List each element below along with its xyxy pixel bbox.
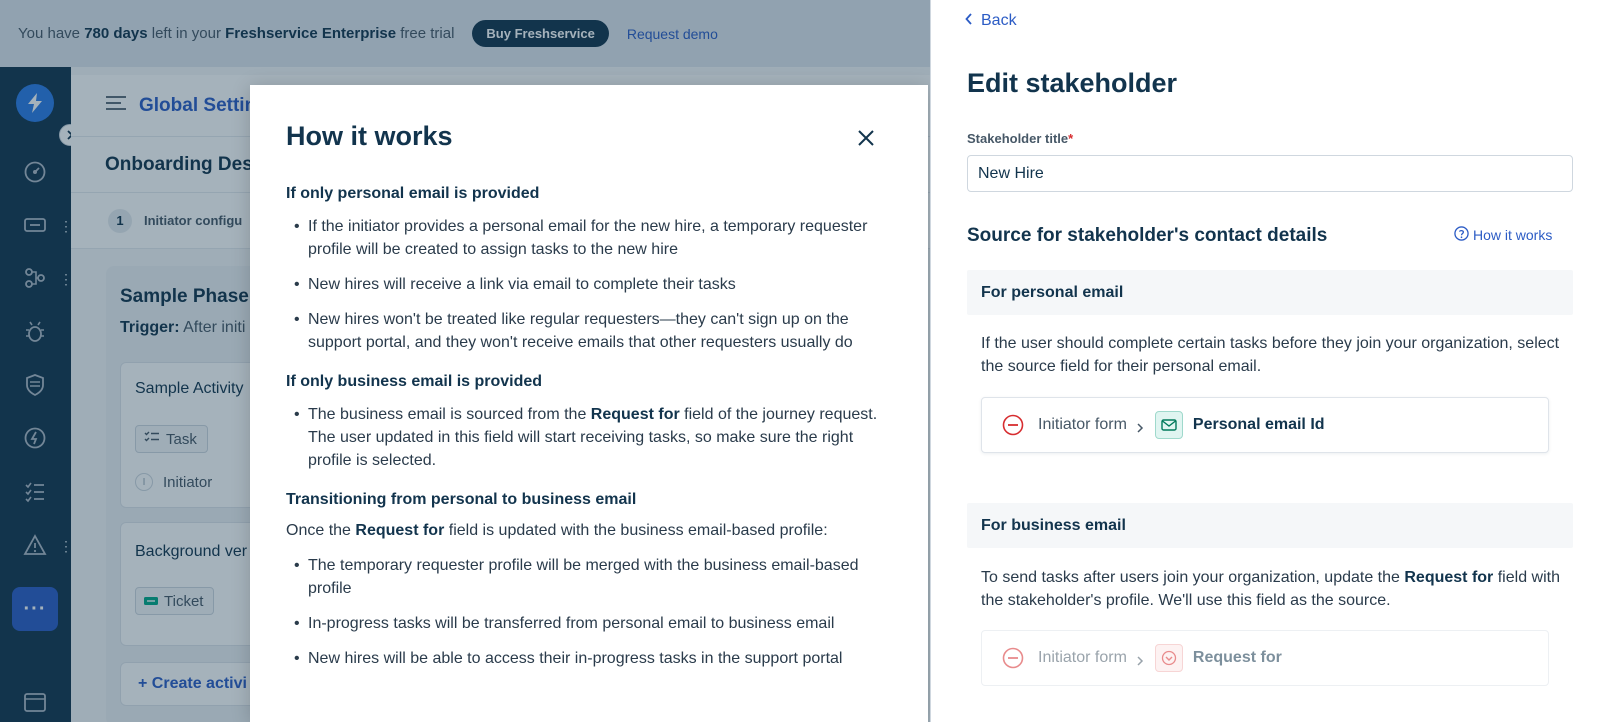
section-heading: If only personal email is provided xyxy=(286,185,540,202)
bullet-list: The business email is sourced from the R… xyxy=(286,403,896,472)
section-heading: If only business email is provided xyxy=(286,373,543,390)
bullet-list: If the initiator provides a personal ema… xyxy=(286,215,896,354)
bullet-list: The temporary requester profile will be … xyxy=(286,554,896,670)
source-field-name: Request for xyxy=(1192,649,1282,666)
personal-email-description: If the user should complete certain task… xyxy=(981,335,1560,375)
source-field-name: Personal email Id xyxy=(1192,416,1325,433)
remove-icon xyxy=(1002,647,1024,669)
edit-stakeholder-drawer: Back Edit stakeholder Stakeholder title*… xyxy=(930,0,1600,722)
section-heading: Transitioning from personal to business … xyxy=(286,491,637,508)
business-email-heading: For business email xyxy=(967,503,1573,548)
chevron-right-icon xyxy=(1135,420,1145,433)
list-item: New hires will receive a link via email … xyxy=(294,273,896,296)
how-it-works-modal: How it works If only personal email is p… xyxy=(250,85,928,722)
personal-email-source: Initiator form Personal email Id xyxy=(981,397,1549,453)
how-it-works-link[interactable]: How it works xyxy=(1454,226,1552,244)
list-item: New hires will be able to access their i… xyxy=(294,647,896,670)
business-email-source: Initiator form Request for xyxy=(981,630,1549,686)
business-email-description: To send tasks after users join your orga… xyxy=(981,569,1560,609)
section-intro: Once the Request for field is updated wi… xyxy=(286,522,828,539)
close-icon[interactable] xyxy=(855,127,877,149)
email-field-icon xyxy=(1154,411,1183,439)
background-app: You have 780 days left in your Freshserv… xyxy=(0,0,930,722)
dropdown-field-icon xyxy=(1154,644,1183,672)
list-item: In-progress tasks will be transferred fr… xyxy=(294,612,896,635)
back-button[interactable]: Back xyxy=(965,12,1017,30)
source-form-label: Initiator form xyxy=(1038,416,1127,433)
list-item: New hires won't be treated like regular … xyxy=(294,308,896,354)
chevron-right-icon xyxy=(1135,653,1145,666)
remove-icon[interactable] xyxy=(1002,414,1024,436)
section-title: Source for stakeholder's contact details xyxy=(967,225,1328,246)
stakeholder-title-input[interactable] xyxy=(967,155,1573,192)
drawer-title: Edit stakeholder xyxy=(967,68,1178,98)
personal-email-heading: For personal email xyxy=(967,270,1573,315)
list-item: If the initiator provides a personal ema… xyxy=(294,215,896,261)
list-item: The business email is sourced from the R… xyxy=(294,403,896,472)
chevron-left-icon xyxy=(965,12,973,30)
list-item: The temporary requester profile will be … xyxy=(294,554,896,600)
modal-body: If only personal email is provided If th… xyxy=(286,182,896,670)
source-form-label: Initiator form xyxy=(1038,649,1127,666)
stakeholder-title-label: Stakeholder title* xyxy=(967,131,1074,146)
modal-title: How it works xyxy=(286,121,453,151)
help-icon xyxy=(1454,226,1469,244)
